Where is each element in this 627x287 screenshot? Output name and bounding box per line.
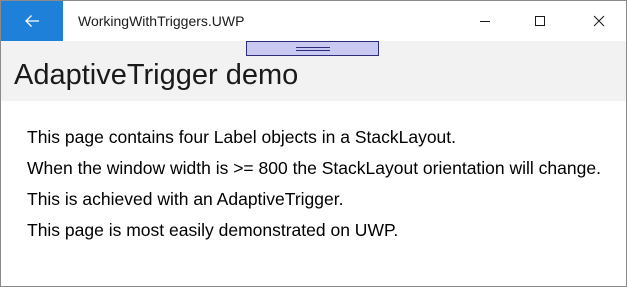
maximize-icon xyxy=(535,16,545,26)
maximize-button[interactable] xyxy=(517,1,563,41)
arrow-left-icon xyxy=(25,15,39,27)
title-bar: WorkingWithTriggers.UWP xyxy=(1,1,626,41)
window-title: WorkingWithTriggers.UWP xyxy=(78,13,245,29)
grip-line xyxy=(296,47,330,48)
grip-line xyxy=(296,50,330,51)
stack-layout: This page contains four Label objects in… xyxy=(27,125,612,242)
back-button[interactable] xyxy=(1,1,63,41)
label-4: This page is most easily demonstrated on… xyxy=(27,220,399,240)
close-icon xyxy=(593,15,605,27)
label-3: This is achieved with an AdaptiveTrigger… xyxy=(27,189,344,209)
label-1: This page contains four Label objects in… xyxy=(27,127,457,147)
app-window: WorkingWithTriggers.UWP AdaptiveTrigger … xyxy=(0,0,627,287)
close-button[interactable] xyxy=(576,1,622,41)
tablet-mode-drag-handle[interactable] xyxy=(246,41,379,56)
label-2: When the window width is >= 800 the Stac… xyxy=(27,158,601,178)
page-title: AdaptiveTrigger demo xyxy=(14,59,299,91)
minimize-button[interactable] xyxy=(462,1,508,41)
minimize-icon xyxy=(480,21,490,22)
